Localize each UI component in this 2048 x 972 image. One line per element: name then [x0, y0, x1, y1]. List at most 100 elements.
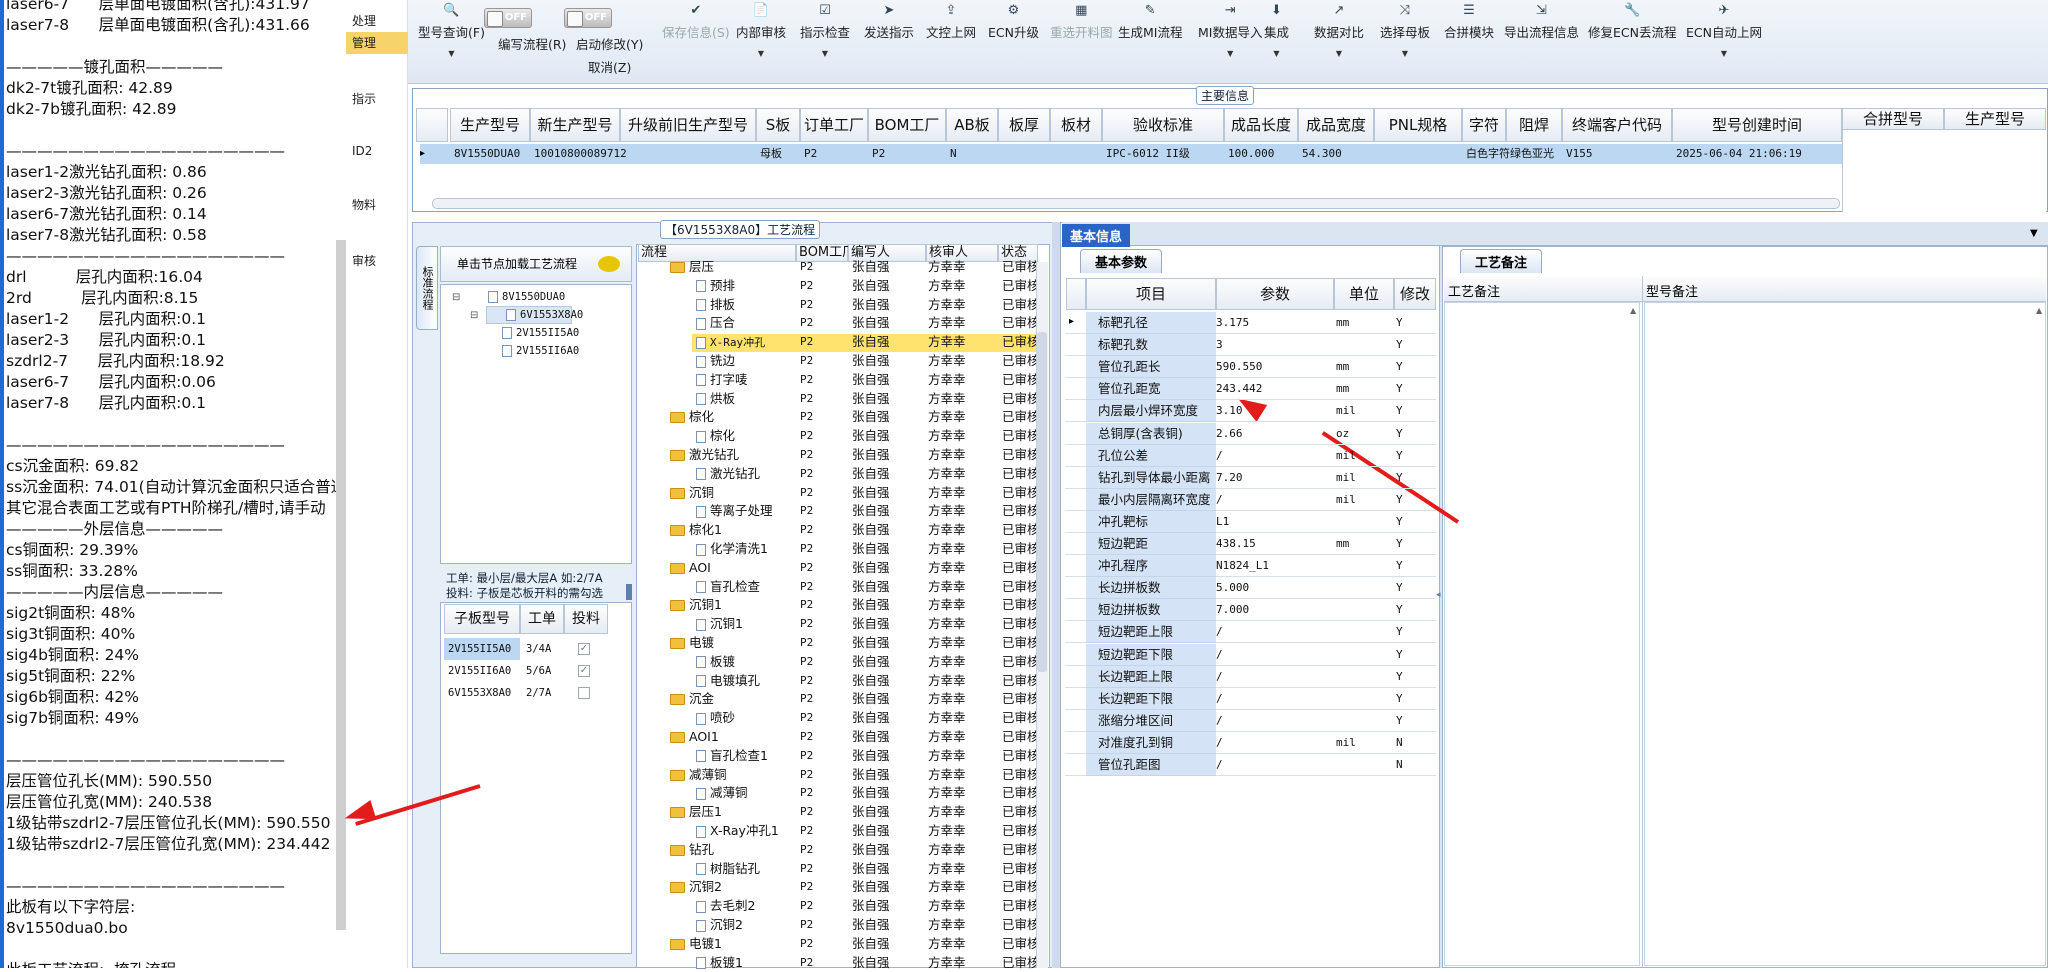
chevron-down-icon[interactable]: ▼ [736, 49, 786, 58]
flow-step[interactable]: 等离子处理 [696, 502, 773, 520]
flow-step[interactable]: 棕化1 [670, 521, 722, 539]
flow-step[interactable]: 烘板 [696, 390, 735, 408]
main-info-cell[interactable] [1374, 144, 1462, 164]
param-value[interactable]: 7.20 [1216, 469, 1243, 487]
toolbar-button[interactable]: ➤ 发送指示 [864, 4, 914, 41]
flow-step[interactable]: 电镀填孔 [696, 672, 760, 690]
chevron-down-icon[interactable]: ▼ [1264, 49, 1289, 58]
param-value[interactable]: / [1216, 712, 1223, 730]
param-value[interactable]: N1824_L1 [1216, 557, 1269, 575]
flow-header[interactable]: 流程 [638, 244, 796, 262]
flow-step[interactable]: 棕化 [670, 408, 714, 426]
toolbar-button[interactable]: ⇥ MI数据导入 ▼ [1198, 4, 1262, 59]
toolbar-button[interactable]: 🔍 型号查询(F) ▼ [418, 4, 485, 59]
splitter-grip[interactable] [626, 584, 632, 600]
flow-step[interactable]: 树脂钻孔 [696, 860, 760, 878]
subboard-workorder[interactable]: 5/6A [526, 662, 551, 680]
merge-header[interactable]: 生产型号 [1944, 108, 2046, 130]
toggle-switch[interactable]: OFF [484, 8, 532, 28]
flow-step[interactable]: 去毛刺2 [696, 897, 755, 915]
param-value[interactable]: / [1216, 447, 1223, 465]
flow-step[interactable]: AOI [670, 559, 711, 577]
param-value[interactable]: 2.66 [1216, 425, 1243, 443]
merge-header[interactable]: 合拼型号 [1842, 108, 1944, 130]
vertical-splitter[interactable] [1052, 222, 1060, 968]
param-header[interactable]: 参数 [1216, 278, 1334, 310]
main-info-header[interactable]: 型号创建时间 [1672, 108, 1842, 142]
flow-step[interactable]: AOI1 [670, 728, 719, 746]
param-value[interactable]: 3.10 [1216, 402, 1243, 420]
sidebar-item[interactable]: 审核 [352, 252, 376, 269]
feed-checkbox[interactable] [578, 687, 590, 699]
toolbar-button[interactable]: ⚙ ECN升级 [988, 4, 1039, 41]
main-info-cell[interactable]: 10010800089712 [530, 144, 627, 164]
comment-icon[interactable] [598, 256, 620, 272]
param-value[interactable]: / [1216, 734, 1223, 752]
param-value[interactable]: / [1216, 690, 1223, 708]
toolbar-button[interactable]: ⤨ 选择母板 ▼ [1380, 4, 1430, 59]
param-value[interactable]: / [1216, 668, 1223, 686]
feed-checkbox[interactable]: ✓ [578, 643, 590, 655]
flow-step[interactable]: 沉铜 [670, 484, 714, 502]
subboard-header[interactable]: 子板型号 [444, 604, 520, 634]
param-value[interactable]: / [1216, 646, 1223, 664]
toolbar-button[interactable]: ✈ ECN自动上网 ▼ [1686, 4, 1762, 59]
chevron-down-icon[interactable]: ▼ [1198, 49, 1262, 58]
basic-info-tab[interactable]: 基本信息 [1062, 224, 1131, 247]
process-remark-textarea[interactable] [1444, 302, 1640, 966]
chevron-down-icon[interactable]: ▼ [1686, 49, 1762, 58]
param-header[interactable]: 修改 [1394, 278, 1436, 310]
main-info-cell[interactable]: 54.300 [1298, 144, 1374, 164]
param-value[interactable]: / [1216, 491, 1223, 509]
flow-step[interactable]: 电镀 [670, 634, 714, 652]
basic-params-tab[interactable]: 基本参数 [1080, 249, 1163, 273]
main-info-header[interactable]: 升级前旧生产型号 [620, 108, 756, 142]
tree-node[interactable]: 8V1550DUA0 [488, 288, 565, 306]
flow-step[interactable]: 沉铜2 [696, 916, 743, 934]
param-value[interactable]: 243.442 [1216, 380, 1262, 398]
toggle-switch[interactable]: OFF [564, 8, 612, 28]
param-value[interactable]: 5.000 [1216, 579, 1249, 597]
flow-vscroll-thumb[interactable] [1037, 332, 1047, 672]
chevron-down-icon[interactable]: ▼ [800, 49, 850, 58]
main-info-cell[interactable]: 100.000 [1224, 144, 1298, 164]
flow-step[interactable]: 棕化 [696, 427, 735, 445]
flow-step[interactable]: 压合 [696, 314, 735, 332]
flow-step[interactable]: 钻孔 [670, 841, 714, 859]
flow-step[interactable]: 排板 [696, 296, 735, 314]
flow-step[interactable]: 减薄铜 [670, 766, 727, 784]
toolbar-button[interactable]: ☑ 指示检查 ▼ [800, 4, 850, 59]
main-info-header[interactable]: 生产型号 [450, 108, 530, 142]
param-value[interactable]: 3 [1216, 336, 1223, 354]
subboard-header[interactable]: 工单 [520, 604, 564, 634]
param-header[interactable]: 单位 [1334, 278, 1394, 310]
subboard-header[interactable]: 投料 [564, 604, 608, 634]
main-info-header[interactable]: 成品长度 [1224, 108, 1298, 142]
param-value[interactable]: 590.550 [1216, 358, 1262, 376]
flow-step[interactable]: 板镀 [696, 653, 735, 671]
tree-node[interactable]: 6V1553X8A0 [506, 306, 583, 324]
chevron-down-icon[interactable]: ▼ [1380, 49, 1430, 58]
toolbar-button[interactable]: ✔ 保存信息(S) [662, 4, 730, 41]
subboard-model[interactable]: 2V155II5A0 [448, 640, 511, 658]
tree-toggle-icon[interactable]: ⊟ [470, 310, 478, 321]
flow-step[interactable]: 激光钻孔 [670, 446, 739, 464]
toolbar-button[interactable]: 编写流程(R) [498, 34, 566, 53]
subboard-workorder[interactable]: 2/7A [526, 684, 551, 702]
flow-step[interactable]: 喷砂 [696, 709, 735, 727]
main-info-header[interactable]: 新生产型号 [530, 108, 620, 142]
flow-step[interactable]: 沉铜1 [696, 615, 743, 633]
main-info-cell[interactable]: IPC-6012 II级 [1102, 144, 1224, 164]
flow-step[interactable]: 电镀1 [670, 935, 722, 953]
main-info-header[interactable]: BOM工厂 [868, 108, 946, 142]
main-info-cell[interactable]: P2 [868, 144, 946, 164]
flow-step[interactable]: 减薄铜 [696, 784, 748, 802]
main-info-cell[interactable]: 母板 [756, 144, 800, 164]
flow-step[interactable]: 打字唛 [696, 371, 748, 389]
chevron-down-icon[interactable]: ▼ [1314, 49, 1364, 58]
scroll-up-icon-2[interactable]: ▲ [2036, 306, 2042, 315]
tree-node[interactable]: 2V155II6A0 [502, 342, 579, 360]
main-info-cell[interactable] [1050, 144, 1102, 164]
main-info-header[interactable]: 板材 [1050, 108, 1102, 142]
main-info-cell[interactable]: 白色字符 [1462, 144, 1510, 164]
